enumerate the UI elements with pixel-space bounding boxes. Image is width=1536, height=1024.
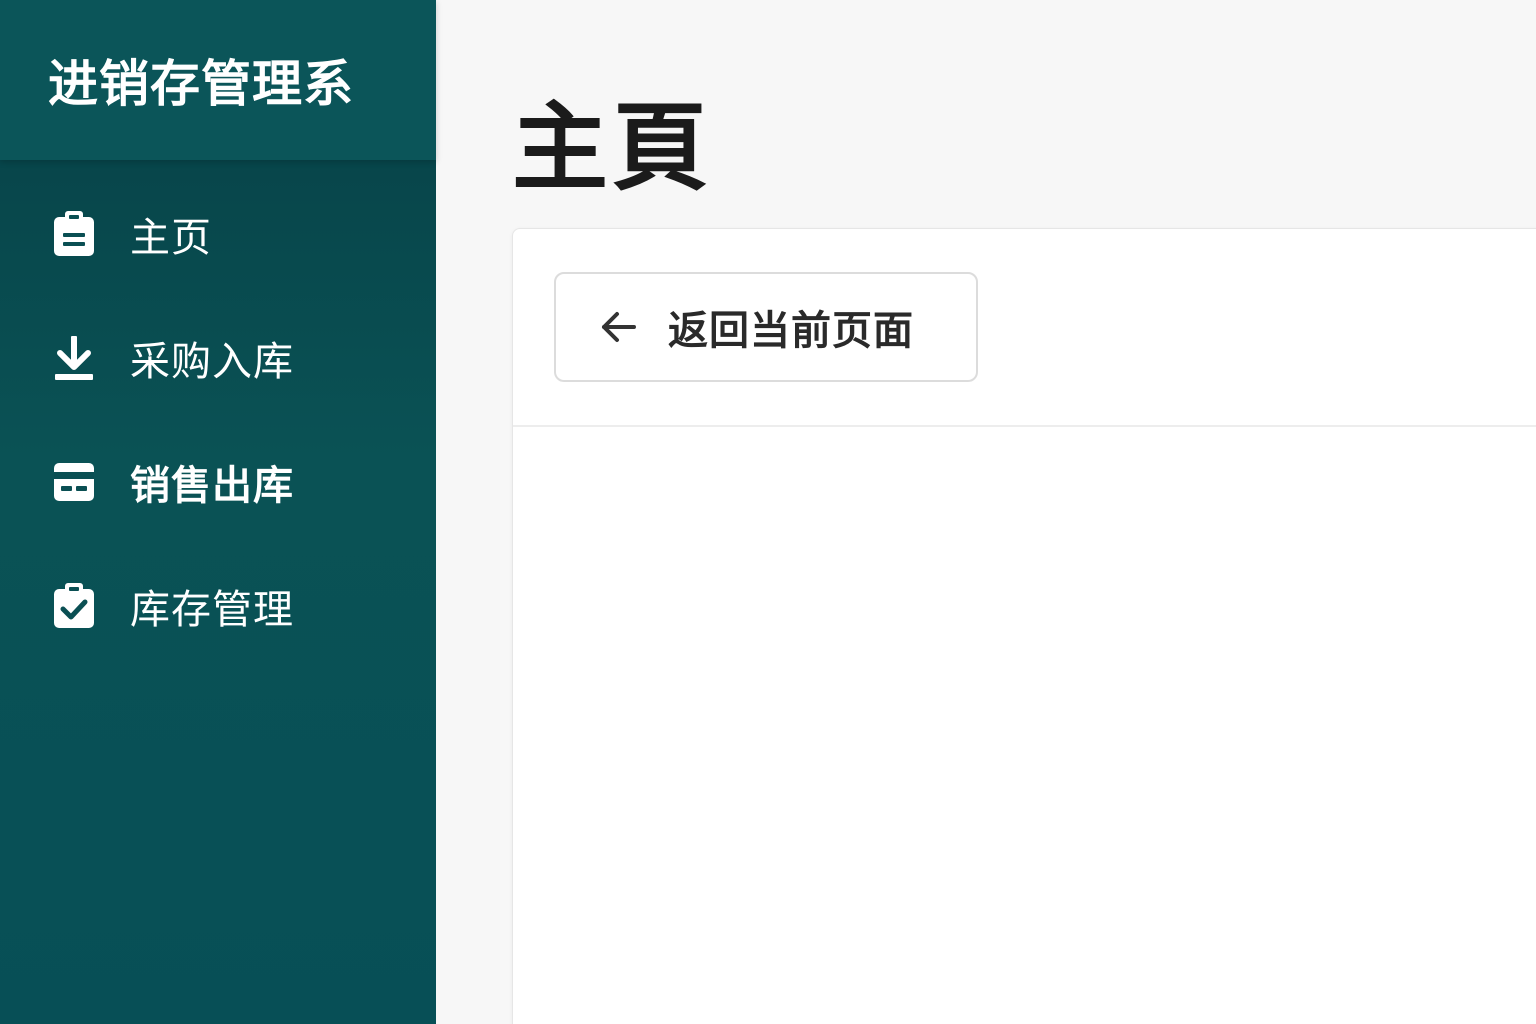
back-button-label: 返回当前页面 <box>668 308 914 354</box>
sidebar-item-label: 库存管理 <box>130 587 294 633</box>
download-icon <box>52 334 96 382</box>
sidebar-header: 进销存管理系 <box>0 0 436 160</box>
app-window: 进销存管理系 主页 采购入库 销售出库 库存管理 主頁 返回当前页面 <box>0 0 1536 1024</box>
card-icon <box>52 458 96 506</box>
content-card: 返回当前页面 <box>512 228 1536 1024</box>
sidebar-item-label: 主页 <box>130 215 212 261</box>
sidebar-item-home[interactable]: 主页 <box>0 172 436 296</box>
app-title: 进销存管理系 <box>48 55 354 113</box>
main-content: 主頁 返回当前页面 <box>436 0 1536 1024</box>
sidebar: 进销存管理系 主页 采购入库 销售出库 库存管理 <box>0 0 436 1024</box>
clipboard-check-icon <box>52 582 96 630</box>
page-title: 主頁 <box>512 92 712 204</box>
card-header: 返回当前页面 <box>513 229 1536 427</box>
sidebar-nav: 主页 采购入库 销售出库 库存管理 <box>0 160 436 668</box>
arrow-left-icon <box>598 307 638 347</box>
sidebar-item-purchase-in[interactable]: 采购入库 <box>0 296 436 420</box>
sidebar-item-sales-out[interactable]: 销售出库 <box>0 420 436 544</box>
back-button[interactable]: 返回当前页面 <box>554 272 978 382</box>
sidebar-item-label: 采购入库 <box>130 339 294 385</box>
clipboard-icon <box>52 210 96 258</box>
sidebar-item-label: 销售出库 <box>130 463 294 509</box>
sidebar-item-inventory[interactable]: 库存管理 <box>0 544 436 668</box>
